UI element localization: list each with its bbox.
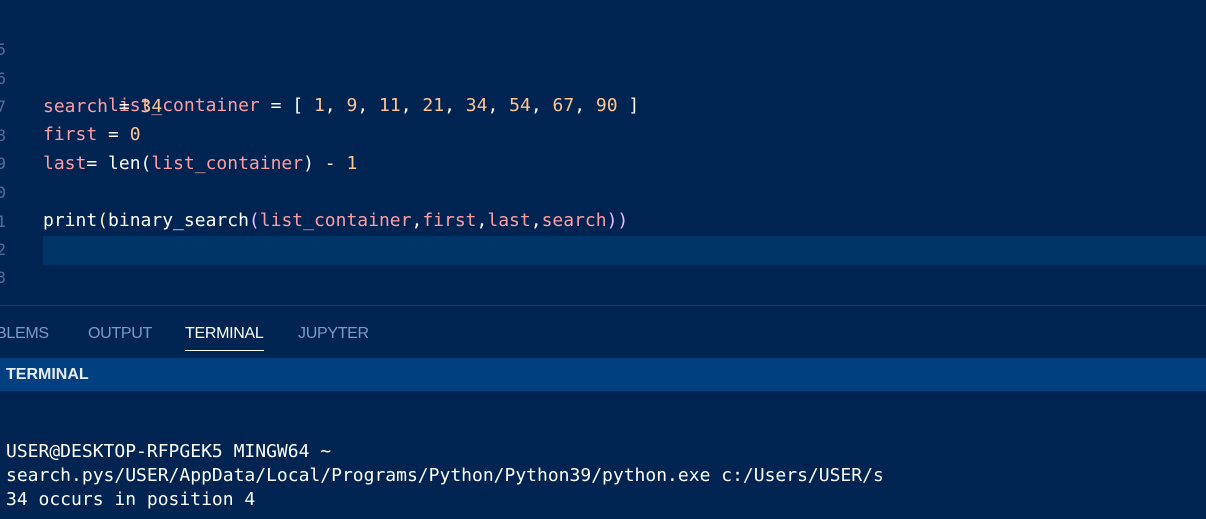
panel-tab-bar: BLEMS OUTPUT TERMINAL JUPYTER [0, 306, 1206, 358]
tab-jupyter[interactable]: JUPYTER [298, 325, 369, 343]
tab-output[interactable]: OUTPUT [88, 325, 152, 343]
tab-problems[interactable]: BLEMS [0, 325, 49, 343]
code-line-9[interactable]: 3 [0, 236, 1206, 287]
terminal-section-title: TERMINAL [6, 366, 89, 383]
terminal-line: USER@DESKTOP-RFPGEK5 MINGW64 ~ [6, 441, 332, 462]
code-line-7[interactable]: 1 [0, 180, 1206, 231]
code-line-3[interactable]: 7 first = 0 [0, 65, 1206, 145]
terminal-line: 34 occurs in position 4 [6, 489, 256, 510]
terminal-section-header[interactable]: TERMINAL [0, 358, 1206, 391]
code-line-1[interactable]: 5 list_container = [ 1, 9, 11, 21, 34, 5… [0, 8, 1206, 116]
terminal-output[interactable]: USER@DESKTOP-RFPGEK5 MINGW64 ~ search.py… [0, 391, 1206, 519]
code-line-8[interactable]: 2 [0, 208, 1206, 259]
tab-terminal[interactable]: TERMINAL [185, 325, 264, 343]
code-line-4[interactable]: 8 last= len(list_container) - 1 [0, 94, 1206, 174]
terminal-line: search.pys/USER/AppData/Local/Programs/P… [6, 465, 884, 486]
active-tab-indicator [185, 350, 264, 351]
code-line-5[interactable]: 9 [0, 122, 1206, 173]
code-line-6[interactable]: 0 print(binary_search(list_container,fir… [0, 151, 1206, 231]
code-editor[interactable]: 5 list_container = [ 1, 9, 11, 21, 34, 5… [0, 0, 1206, 306]
code-line-2[interactable]: 6 search = 34 [0, 37, 1206, 117]
line-number: 3 [0, 268, 6, 287]
